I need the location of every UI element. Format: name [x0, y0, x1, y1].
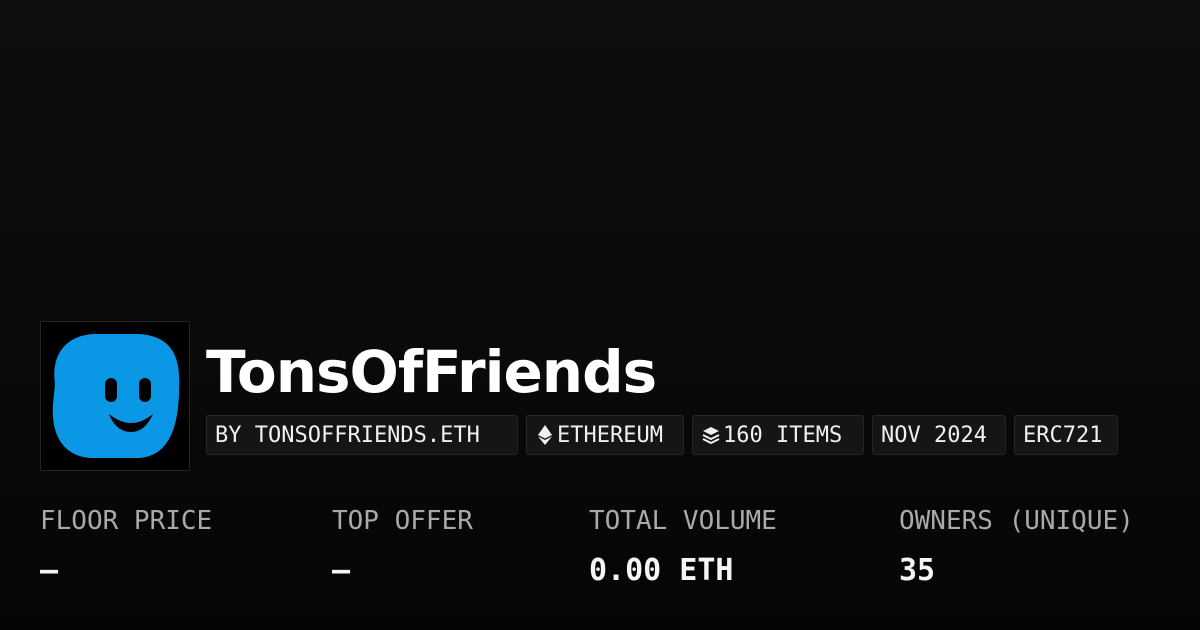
- stat-top-offer: TOP OFFER –: [332, 504, 473, 588]
- chain-tag-label: ETHEREUM: [557, 422, 663, 448]
- stat-label: OWNERS (UNIQUE): [899, 506, 1134, 536]
- collection-title: TonsOfFriends: [206, 338, 657, 406]
- stat-label: TOTAL VOLUME: [589, 506, 777, 536]
- stat-value: –: [40, 553, 59, 588]
- ethereum-icon: [535, 424, 555, 446]
- stat-label: FLOOR PRICE: [40, 506, 213, 536]
- date-tag-label: NOV 2024: [881, 422, 987, 448]
- stat-total-volume: TOTAL VOLUME 0.00 ETH: [589, 504, 777, 588]
- stat-label: TOP OFFER: [332, 506, 473, 536]
- creator-tag[interactable]: BY TONSOFFRIENDS.ETH: [206, 415, 518, 455]
- stat-owners: OWNERS (UNIQUE) 35: [899, 504, 1134, 588]
- chain-tag[interactable]: ETHEREUM: [526, 415, 684, 455]
- collection-avatar: [40, 321, 190, 471]
- collection-card: TonsOfFriends BY TONSOFFRIENDS.ETH ETHER…: [0, 0, 1200, 630]
- standard-tag-label: ERC721: [1023, 422, 1103, 448]
- date-tag: NOV 2024: [872, 415, 1006, 455]
- stat-value: 0.00 ETH: [589, 553, 734, 588]
- stat-value: –: [332, 553, 351, 588]
- standard-tag: ERC721: [1014, 415, 1118, 455]
- stat-value: 35: [899, 553, 936, 588]
- layers-icon: [701, 424, 721, 446]
- smiley-face-icon: [52, 334, 180, 458]
- items-tag-label: 160 ITEMS: [723, 422, 843, 448]
- creator-tag-label: BY TONSOFFRIENDS.ETH: [215, 422, 480, 448]
- items-tag[interactable]: 160 ITEMS: [692, 415, 864, 455]
- stat-floor-price: FLOOR PRICE –: [40, 504, 212, 588]
